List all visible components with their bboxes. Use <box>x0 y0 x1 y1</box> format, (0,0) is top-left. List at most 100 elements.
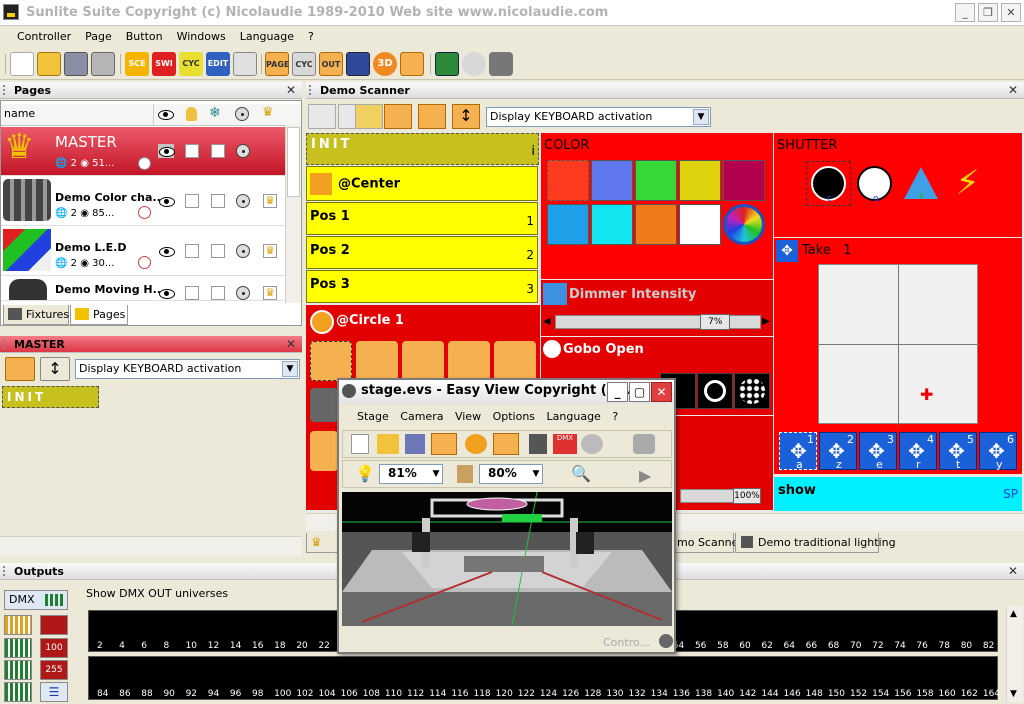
effects-icon[interactable] <box>633 434 655 454</box>
tab-pages[interactable]: Pages <box>70 305 128 325</box>
sliders-icon[interactable] <box>418 104 446 129</box>
tools-icon[interactable] <box>489 52 513 76</box>
take-button-4[interactable]: ✥ 4 r <box>899 432 937 471</box>
tab-master[interactable]: ♛ <box>306 533 340 553</box>
dmx-toggle[interactable] <box>236 244 250 258</box>
light-icon[interactable] <box>465 434 487 454</box>
take-button-3[interactable]: ✥ 3 e <box>859 432 897 471</box>
page-row-master[interactable]: ♛ MASTER 🌐 2 ◉ 51... <box>1 127 285 176</box>
eight-effect-icon[interactable] <box>356 341 398 381</box>
music-icon[interactable] <box>462 52 486 76</box>
save-icon[interactable] <box>405 434 425 454</box>
color-swatch[interactable] <box>635 160 677 201</box>
visible-toggle[interactable] <box>158 144 175 158</box>
output-view-icon[interactable]: OUT <box>319 52 343 76</box>
ev-maximize-button[interactable]: ▢ <box>629 382 650 402</box>
show-button[interactable]: show SP <box>774 477 1022 511</box>
page-view-icon[interactable]: PAGE <box>265 52 289 76</box>
hand-icon[interactable] <box>431 433 457 455</box>
page-row-demo-led[interactable]: Demo L.E.D 🌐 2 ◉ 30... ♛ <box>1 227 285 276</box>
outputs-scrollbar[interactable]: ▲ ▼ <box>1006 606 1023 702</box>
scene-icon[interactable]: SCE <box>125 52 149 76</box>
levels-green-icon[interactable] <box>4 638 32 658</box>
circle-effect-icon[interactable] <box>310 341 352 381</box>
switch-icon[interactable]: SWI <box>152 52 176 76</box>
levels-mini-icon[interactable] <box>4 660 32 680</box>
scanner-keyboard-select[interactable]: Display KEYBOARD activation ▼ <box>486 107 711 127</box>
new-file-icon[interactable] <box>10 52 34 76</box>
dmx-column-icon[interactable] <box>235 107 249 121</box>
open-folder-icon[interactable] <box>377 434 399 454</box>
position-2-button[interactable]: Pos 22 <box>306 236 538 269</box>
record-icon[interactable] <box>581 434 603 454</box>
3d-view-icon[interactable]: 3D <box>373 52 397 76</box>
lock-checkbox[interactable] <box>185 144 199 158</box>
color-swatch[interactable] <box>547 160 589 201</box>
sliders-icon[interactable] <box>5 357 35 381</box>
freeze-checkbox[interactable] <box>211 244 225 258</box>
ev-minimize-button[interactable]: _ <box>607 382 628 402</box>
gobo-ring-icon[interactable] <box>697 373 733 409</box>
color-swatch[interactable] <box>591 204 633 245</box>
dmx-toggle[interactable] <box>236 286 250 300</box>
ev-close-button[interactable]: ✕ <box>651 382 672 402</box>
save-icon[interactable] <box>64 52 88 76</box>
color-swatch[interactable] <box>547 204 589 245</box>
levels-red-icon[interactable] <box>40 615 68 635</box>
lock-checkbox[interactable] <box>185 286 199 300</box>
ev-menu-help[interactable]: ? <box>612 410 618 423</box>
dice-icon[interactable] <box>310 431 338 471</box>
center-button[interactable]: @Center <box>306 166 538 201</box>
percent-display-button[interactable]: 100 <box>40 638 68 658</box>
edit-icon[interactable]: EDIT <box>206 52 230 76</box>
tab-demo-traditional[interactable]: Demo traditional lighting <box>735 533 896 553</box>
minimize-button[interactable]: _ <box>955 3 975 22</box>
lightning-icon[interactable]: ⚡ <box>945 161 990 206</box>
cycle-view-icon[interactable]: CYC <box>292 52 316 76</box>
spiral-effect-icon[interactable] <box>448 341 490 381</box>
color-swatch[interactable] <box>679 160 721 201</box>
color-swatch[interactable] <box>679 204 721 245</box>
outputs-close-icon[interactable]: ✕ <box>1008 564 1018 578</box>
new-file-icon[interactable] <box>351 434 369 454</box>
shutter-strobe-button[interactable]: k <box>898 161 943 206</box>
position-1-button[interactable]: Pos 11 <box>306 202 538 235</box>
color-swatch[interactable] <box>635 204 677 245</box>
menu-help[interactable]: ? <box>301 27 321 43</box>
tab-fixtures[interactable]: Fixtures <box>3 305 69 325</box>
close-button[interactable]: ✕ <box>1001 3 1021 22</box>
grid-view-icon[interactable] <box>308 104 336 129</box>
ev-menu-language[interactable]: Language <box>547 410 601 423</box>
color-view-icon[interactable] <box>355 104 383 129</box>
pages-scrollbar[interactable] <box>285 125 301 303</box>
scanner-init-button[interactable]: INIT i <box>306 133 539 165</box>
speaker-icon[interactable] <box>310 388 338 422</box>
eye-view-icon[interactable] <box>493 433 519 455</box>
chevron-down-icon[interactable]: ▼ <box>429 466 443 482</box>
shutter-open-button[interactable]: o <box>852 161 897 206</box>
slider2[interactable]: 100% <box>680 488 761 504</box>
visible-column-icon[interactable] <box>157 107 174 121</box>
levels-bars-icon[interactable] <box>4 615 32 635</box>
master-crown-icon[interactable]: ♛ <box>263 194 277 208</box>
ev-menu-camera[interactable]: Camera <box>400 410 443 423</box>
dmx-toggle[interactable] <box>236 144 250 158</box>
pages-close-icon[interactable]: ✕ <box>286 83 296 97</box>
faders-output-icon[interactable]: ☰ <box>40 682 68 702</box>
resize-icon[interactable]: ↕ <box>452 104 480 129</box>
master-init-button[interactable]: INIT <box>2 386 99 408</box>
take-button-1[interactable]: ✥ 1 a <box>779 432 817 471</box>
gobo-dots-icon[interactable] <box>734 373 770 409</box>
fixture-icon[interactable] <box>529 434 547 454</box>
crown-column-icon[interactable]: ♛ <box>262 105 274 120</box>
dmx-toggle[interactable] <box>236 194 250 208</box>
visible-toggle[interactable] <box>158 286 175 300</box>
pointer-icon[interactable]: ▶ <box>639 466 651 485</box>
cycle-icon[interactable]: CYC <box>179 52 203 76</box>
master-crown-icon[interactable]: ♛ <box>263 286 277 300</box>
edit-mode-icon[interactable] <box>384 104 412 129</box>
menu-controller[interactable]: Controller <box>10 27 78 43</box>
ev-menu-view[interactable]: View <box>455 410 481 423</box>
tab-demo-scanner[interactable]: mo Scanner <box>674 533 743 553</box>
dmx-value-display-button[interactable]: 255 <box>40 660 68 680</box>
